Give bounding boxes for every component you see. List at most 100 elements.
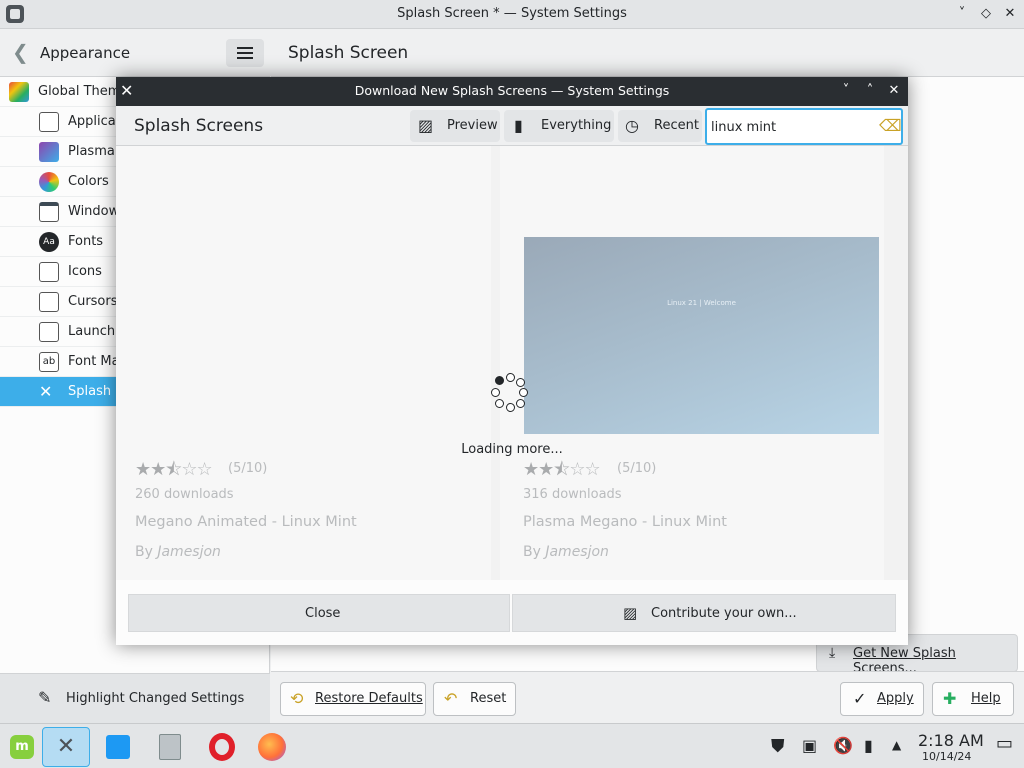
sidebar-item-label: Font Ma <box>68 354 120 369</box>
help-label: Help <box>971 691 1001 706</box>
file-manager-icon[interactable] <box>150 727 190 767</box>
author-name: Jamesjon <box>157 544 221 560</box>
sidebar-header: ❮ Appearance <box>0 29 270 77</box>
sidebar-item-label: Applicat <box>68 114 121 129</box>
plasma-style-icon <box>39 142 59 162</box>
splash-screen-icon: ✕ <box>39 382 53 401</box>
dialog-minimize-button[interactable]: ˅ <box>836 81 856 101</box>
splash-card-megano-animated[interactable]: ★★⯪☆☆ (5/10) 260 downloads Megano Animat… <box>116 146 491 580</box>
taskbar: m ✕ ⛊ ▣ 🔇 ▮ ▲ 2:18 AM 10/14/24 ▭ <box>0 723 1024 768</box>
contribute-button[interactable]: ▨ Contribute your own... <box>512 594 896 632</box>
highlight-changed-settings-label: Highlight Changed Settings <box>66 691 245 706</box>
dialog-title: Download New Splash Screens — System Set… <box>354 83 670 98</box>
firefox-browser-icon[interactable] <box>252 727 292 767</box>
help-lifebuoy-icon: ✚ <box>943 689 957 708</box>
show-desktop-icon[interactable]: ▭ <box>996 733 1013 754</box>
icons-icon <box>39 262 59 282</box>
main-window-title: Splash Screen * — System Settings <box>397 6 627 21</box>
content-header: Splash Screen <box>271 29 1024 77</box>
reset-button[interactable]: ↶ Reset <box>433 682 516 716</box>
contribute-label: Contribute your own... <box>651 606 797 621</box>
folder-icon: ▮ <box>514 116 523 135</box>
system-settings-task[interactable]: ✕ <box>42 727 90 767</box>
dialog-maximize-button[interactable]: ˄ <box>860 81 880 101</box>
close-button[interactable]: Close <box>128 594 510 632</box>
dialog-close-button[interactable]: ✕ <box>884 81 904 101</box>
clipboard-icon[interactable]: ▣ <box>802 736 817 755</box>
thumbnail-caption: Linux 21 | Welcome <box>667 299 736 307</box>
sidebar-item-label: Colors <box>68 174 109 189</box>
close-window-button[interactable]: ✕ <box>1000 4 1020 24</box>
undo-icon: ↶ <box>444 689 458 708</box>
sidebar-item-label: Fonts <box>68 234 104 249</box>
splash-screen-grid[interactable]: ★★⯪☆☆ (5/10) 260 downloads Megano Animat… <box>116 146 908 580</box>
download-dialog: ✕ Download New Splash Screens — System S… <box>116 77 908 645</box>
restore-defaults-button[interactable]: ⟲ Restore Defaults <box>280 682 426 716</box>
fonts-icon: Aa <box>39 232 59 252</box>
rating-text: (5/10) <box>617 461 657 476</box>
download-count: 316 downloads <box>523 487 622 502</box>
sidebar-item-label: Cursors <box>68 294 118 309</box>
shield-icon[interactable]: ⛊ <box>771 736 785 757</box>
checkmark-icon: ✓ <box>853 689 867 708</box>
author-line: By Jamesjon <box>523 544 609 560</box>
colors-icon <box>39 172 59 192</box>
apply-button[interactable]: ✓ Apply <box>840 682 924 716</box>
splash-name: Plasma Megano - Linux Mint <box>523 514 727 530</box>
mint-menu-icon[interactable]: m <box>2 727 42 767</box>
clock-icon: ◷ <box>625 116 639 135</box>
settings-footer: ⟲ Restore Defaults ↶ Reset ✓ Apply ✚ Hel… <box>271 671 1024 723</box>
cursors-icon <box>39 292 59 312</box>
back-button-label: Appearance <box>40 44 131 62</box>
author-name: Jamesjon <box>545 544 609 560</box>
hamburger-menu-button[interactable] <box>226 39 264 67</box>
recent-label: Recent <box>654 118 699 133</box>
dialog-titlebar: ✕ Download New Splash Screens — System S… <box>116 77 908 106</box>
highlight-changed-settings-button[interactable]: ✎ Highlight Changed Settings <box>0 673 270 723</box>
clock-time[interactable]: 2:18 AM <box>918 731 984 750</box>
opera-browser-icon[interactable] <box>202 727 242 767</box>
rating-text: (5/10) <box>228 461 268 476</box>
recent-sort-button[interactable]: ◷ Recent <box>618 110 702 142</box>
clear-search-icon[interactable]: ⌫ <box>879 116 902 135</box>
everything-label: Everything <box>541 118 612 133</box>
apply-label: Apply <box>877 691 914 706</box>
sidebar-item-label: Window <box>68 204 120 219</box>
splash-preview-thumbnail[interactable]: Linux 21 | Welcome <box>524 237 879 434</box>
splash-card-plasma-megano[interactable]: Linux 21 | Welcome ★★⯪☆☆ (5/10) 316 down… <box>500 146 884 580</box>
restore-defaults-label: Restore Defaults <box>315 691 423 706</box>
sidebar-item-label: Launch <box>68 324 116 339</box>
preview-view-button[interactable]: ▨ Preview <box>410 110 500 142</box>
search-field[interactable]: ⌫ <box>705 108 903 145</box>
back-button[interactable]: ❮ Appearance <box>12 41 132 65</box>
volume-muted-icon[interactable]: 🔇 <box>833 736 853 755</box>
everything-filter-button[interactable]: ▮ Everything <box>504 110 614 142</box>
clock-date[interactable]: 10/14/24 <box>922 750 971 763</box>
sidebar-item-label: Icons <box>68 264 102 279</box>
page-title: Splash Screen <box>288 43 409 63</box>
help-button[interactable]: ✚ Help <box>932 682 1014 716</box>
preview-label: Preview <box>447 118 498 133</box>
download-count: 260 downloads <box>135 487 234 502</box>
rating-stars: ★★⯪☆☆ <box>135 459 213 480</box>
font-management-icon: ab <box>39 352 59 372</box>
close-label: Close <box>305 606 341 621</box>
loading-text: Loading more... <box>461 442 563 457</box>
back-arrow-icon: ❮ <box>12 40 29 64</box>
image-icon: ▨ <box>418 116 434 135</box>
splash-name: Megano Animated - Linux Mint <box>135 514 357 530</box>
search-input[interactable] <box>711 116 871 138</box>
application-style-icon <box>39 112 59 132</box>
download-icon: ⤓ <box>829 645 836 661</box>
loading-spinner-icon <box>487 369 537 419</box>
discover-store-icon[interactable] <box>98 727 138 767</box>
sidebar-item-label: Plasma <box>68 144 115 159</box>
maximize-button[interactable]: ◇ <box>976 4 996 24</box>
battery-icon[interactable]: ▮ <box>864 736 873 755</box>
dialog-toolbar: Splash Screens ▨ Preview ▮ Everything ◷ … <box>116 106 908 146</box>
dialog-footer: Close ▨ Contribute your own... <box>116 580 908 645</box>
minimize-button[interactable]: ˅ <box>952 4 972 24</box>
pen-icon: ✎ <box>38 688 52 707</box>
rating-stars: ★★⯪☆☆ <box>523 459 601 480</box>
tray-expand-arrow-icon[interactable]: ▲ <box>892 738 901 752</box>
